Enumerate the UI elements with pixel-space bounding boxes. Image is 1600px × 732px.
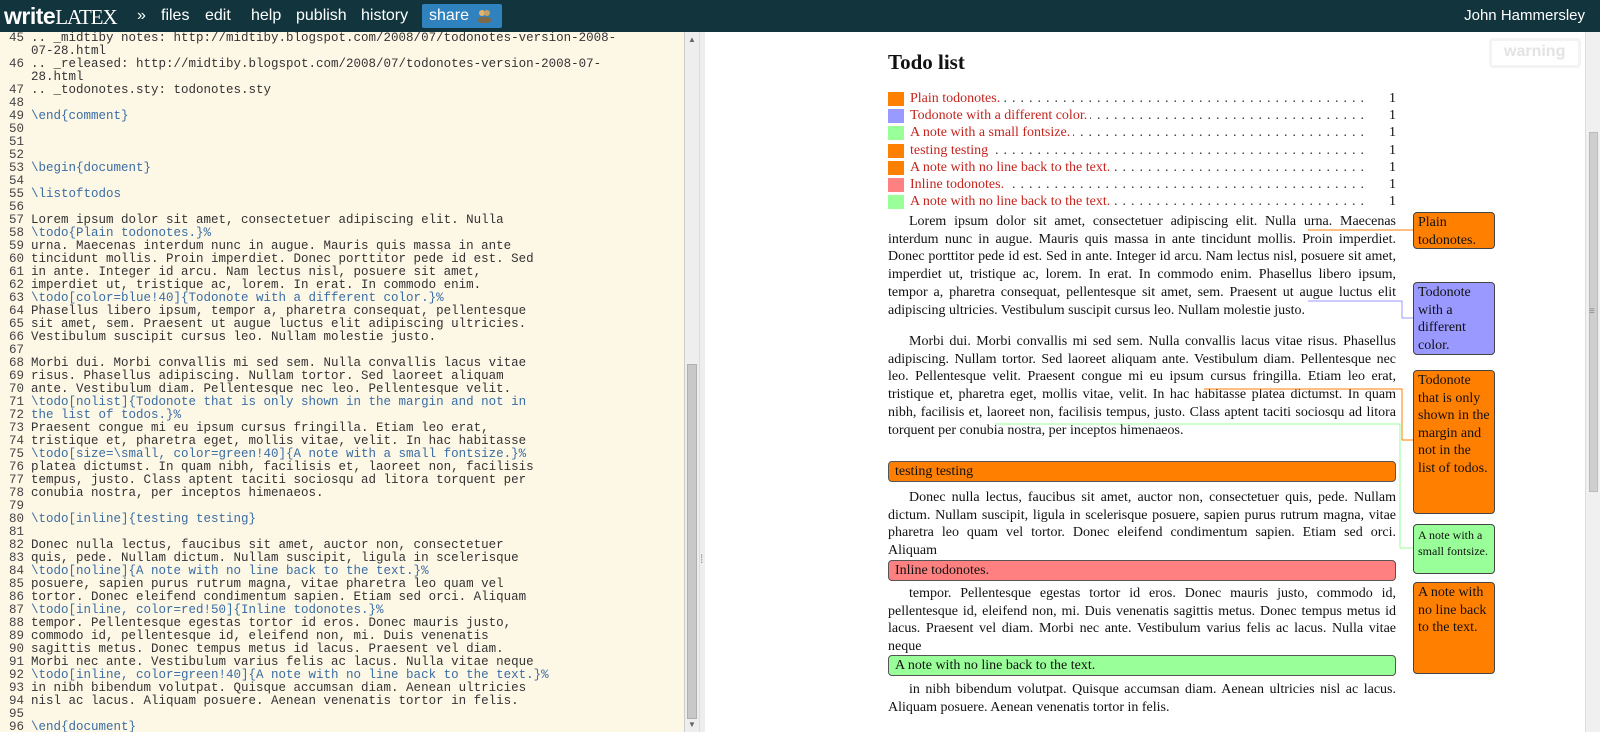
splitter-grip-icon: ⁞ — [700, 552, 704, 566]
paragraph-3: Donec nulla lectus, faucibus sit amet, a… — [888, 490, 1396, 559]
todo-list-item[interactable]: ........................................… — [888, 141, 1396, 159]
line-text[interactable]: \todo[inline]{testing testing} — [31, 513, 256, 526]
todo-list-label[interactable]: A note with no line back to the text. — [910, 193, 1114, 211]
todo-list-item[interactable]: ........................................… — [888, 176, 1396, 193]
todo-list-item[interactable]: ........................................… — [888, 90, 1396, 107]
todo-list-label[interactable]: Inline todonotes. — [910, 176, 1008, 193]
paragraph-2: Morbi dui. Morbi convallis mi sed sem. N… — [888, 334, 1396, 438]
todo-color-swatch — [888, 126, 904, 141]
todo-list-item[interactable]: ........................................… — [888, 158, 1396, 176]
logo-write: write — [4, 3, 56, 29]
todo-list-page: 1 — [1389, 194, 1396, 210]
code-line[interactable]: 50 — [0, 123, 660, 136]
code-line[interactable]: 53 \begin{document} — [0, 162, 660, 175]
inline-todo-green: A note with no line back to the text. — [888, 655, 1396, 676]
todo-list-label[interactable]: testing testing — [910, 141, 992, 159]
todo-list-item[interactable]: ........................................… — [888, 107, 1396, 125]
editor-scroll-thumb[interactable] — [687, 364, 697, 719]
share-label: share — [429, 7, 470, 24]
code-line[interactable]: 66 Vestibulum suscipit cursus leo. Nullam… — [0, 331, 660, 344]
todo-color-swatch — [888, 178, 904, 192]
code-line[interactable]: 78 conubia nostra, per inceptos himenaeos… — [0, 487, 660, 500]
menu-edit[interactable]: edit — [205, 0, 231, 32]
line-text[interactable]: \end{comment} — [31, 110, 129, 123]
paragraph-1: Lorem ipsum dolor sit amet, consectetuer… — [888, 214, 1396, 318]
code-line[interactable]: 94 nisl ac lacus. Aliquam posuere. Aenean… — [0, 695, 660, 708]
warning-badge[interactable]: warning — [1489, 38, 1581, 68]
preview-scrollbar[interactable]: ≡ — [1585, 32, 1600, 732]
todo-list-page: 1 — [1389, 142, 1396, 158]
code-line[interactable]: 47.. _todonotes.sty: todonotes.sty — [0, 84, 660, 97]
line-text[interactable]: conubia nostra, per inceptos himenaeos. — [31, 487, 324, 500]
code-line[interactable]: 51 — [0, 136, 660, 149]
todo-color-swatch — [888, 92, 904, 106]
doc-title: Todo list — [888, 50, 965, 74]
todo-list-page: 1 — [1389, 177, 1396, 192]
writelatex-logo[interactable]: writeLATEX — [4, 2, 118, 31]
paragraph-4: tempor. Pellentesque egestas tortor id e… — [888, 586, 1396, 655]
menu-expand[interactable]: » — [137, 0, 146, 32]
todo-color-swatch — [888, 143, 904, 158]
todo-list-label[interactable]: A note with a small fontsize. — [910, 124, 1074, 142]
margin-note-small: A note with a small fontsize. — [1413, 524, 1495, 574]
preview-scroll-grip-icon: ≡ — [1589, 306, 1595, 317]
line-text[interactable]: Vestibulum suscipit cursus leo. Nullam m… — [31, 331, 436, 344]
menu-publish[interactable]: publish — [296, 0, 347, 32]
line-number: 46 — [8, 57, 24, 71]
todo-list-label[interactable]: Plain todonotes. — [910, 90, 1004, 107]
line-text[interactable]: nisl ac lacus. Aliquam posuere. Aenean v… — [31, 695, 519, 708]
code-line[interactable]: 55 \listoftodos — [0, 188, 660, 201]
editor-scrollbar[interactable]: ▲ ▼ — [684, 32, 699, 732]
margin-note-nolist: Todonote that is only shown in the margi… — [1413, 370, 1495, 514]
code-line[interactable]: 96 \end{document} — [0, 721, 660, 732]
scroll-up-icon[interactable]: ▲ — [688, 35, 696, 44]
logo-latex: LATEX — [55, 5, 117, 29]
todo-list-item[interactable]: ........................................… — [888, 124, 1396, 142]
todo-list-item[interactable]: ........................................… — [888, 193, 1396, 211]
line-text[interactable]: .. _todonotes.sty: todonotes.sty — [31, 84, 271, 97]
menu-history[interactable]: history — [361, 0, 408, 32]
line-text[interactable]: .. _midtiby notes: http://midtiby.blogsp… — [31, 32, 616, 45]
line-text[interactable]: .. _released: http://midtiby.blogspot.co… — [31, 58, 601, 71]
todo-list-page: 1 — [1389, 159, 1396, 175]
line-text[interactable]: \end{document} — [31, 721, 136, 732]
paragraph-5: in nibh bibendum volutpat. Quisque accum… — [888, 682, 1396, 715]
line-number: 45 — [8, 32, 24, 45]
todo-color-swatch — [888, 160, 904, 175]
user-name[interactable]: John Hammersley — [1464, 0, 1585, 32]
todo-color-swatch — [888, 109, 904, 124]
todo-list-page: 1 — [1389, 108, 1396, 124]
todo-list-page: 1 — [1389, 91, 1396, 106]
scroll-down-icon[interactable]: ▼ — [688, 720, 696, 729]
margin-note-noline: A note with no line back to the text. — [1413, 582, 1495, 674]
warning-label: warning — [1504, 43, 1566, 60]
inline-todo-testing: testing testing — [888, 461, 1396, 482]
code-line[interactable]: 80 \todo[inline]{testing testing} — [0, 513, 660, 526]
top-bar: writeLATEX » files edit help publish his… — [0, 0, 1600, 32]
todo-list-page: 1 — [1389, 125, 1396, 141]
code-line[interactable]: 46 .. _released: http://midtiby.blogspot.… — [0, 58, 660, 71]
code-line[interactable]: 49 \end{comment} — [0, 110, 660, 123]
todo-color-swatch — [888, 195, 904, 210]
line-text[interactable]: \listoftodos — [31, 188, 121, 201]
margin-note-plain: Plain todonotes. — [1413, 212, 1495, 249]
line-text[interactable]: \begin{document} — [31, 162, 151, 175]
inline-todo-red: Inline todonotes. — [888, 560, 1396, 581]
source-editor[interactable]: 45 .. _midtiby notes: http://midtiby.blog… — [0, 32, 684, 732]
line-number: 96 — [8, 720, 24, 732]
todo-list-label[interactable]: A note with no line back to the text. — [910, 158, 1114, 176]
menu-files[interactable]: files — [161, 0, 189, 32]
margin-note-color: Todonote with a different color. — [1413, 282, 1495, 355]
people-icon — [477, 9, 492, 23]
share-button[interactable]: share — [422, 4, 502, 28]
todo-list-label[interactable]: Todonote with a different color. — [910, 107, 1091, 125]
menu-help[interactable]: help — [251, 0, 281, 32]
